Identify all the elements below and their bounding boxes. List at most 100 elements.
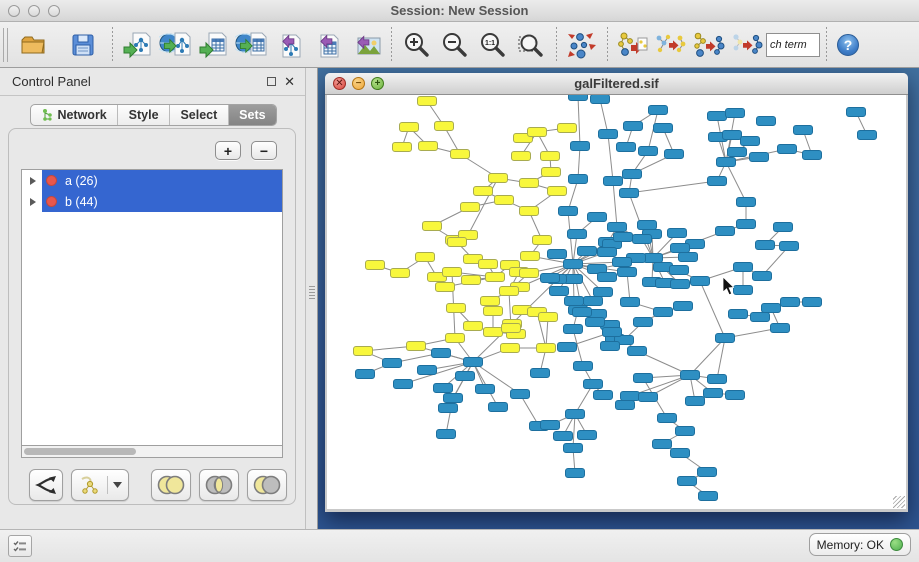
graph-node-blue[interactable] — [658, 414, 677, 423]
graph-node-blue[interactable] — [511, 390, 530, 399]
network-ops-3-button[interactable] — [690, 25, 728, 65]
graph-node-blue[interactable] — [734, 263, 753, 272]
graph-node-blue[interactable] — [620, 189, 639, 198]
graph-node-yellow[interactable] — [443, 268, 462, 277]
graph-node-blue[interactable] — [603, 328, 622, 337]
graph-node-blue[interactable] — [489, 403, 508, 412]
open-session-button[interactable] — [14, 25, 52, 65]
graph-node-blue[interactable] — [568, 230, 587, 239]
graph-node-blue[interactable] — [634, 374, 653, 383]
graph-node-blue[interactable] — [774, 223, 793, 232]
save-session-button[interactable] — [64, 25, 102, 65]
graph-node-yellow[interactable] — [436, 283, 455, 292]
graph-node-yellow[interactable] — [558, 124, 577, 133]
graph-node-yellow[interactable] — [461, 203, 480, 212]
graph-node-blue[interactable] — [550, 287, 569, 296]
graph-node-blue[interactable] — [728, 148, 747, 157]
graph-node-yellow[interactable] — [486, 273, 505, 282]
graph-node-blue[interactable] — [578, 431, 597, 440]
graph-node-yellow[interactable] — [495, 196, 514, 205]
graph-node-blue[interactable] — [578, 247, 597, 256]
graph-node-blue[interactable] — [649, 106, 668, 115]
graph-node-yellow[interactable] — [501, 344, 520, 353]
graph-node-blue[interactable] — [753, 272, 772, 281]
graph-node-blue[interactable] — [858, 131, 877, 140]
graph-node-blue[interactable] — [671, 280, 690, 289]
export-image-button[interactable] — [347, 25, 385, 65]
graph-node-yellow[interactable] — [435, 122, 454, 131]
tab-style[interactable]: Style — [118, 105, 170, 125]
graph-node-blue[interactable] — [566, 410, 585, 419]
graph-node-blue[interactable] — [686, 397, 705, 406]
set-row-b[interactable]: b (44) — [22, 191, 282, 212]
graph-node-yellow[interactable] — [542, 168, 561, 177]
graph-node-blue[interactable] — [548, 250, 567, 259]
import-network-url-button[interactable] — [157, 25, 195, 65]
graph-node-blue[interactable] — [613, 258, 632, 267]
graph-node-blue[interactable] — [569, 95, 588, 101]
add-set-button[interactable]: + — [215, 141, 241, 160]
tab-sets[interactable]: Sets — [229, 105, 276, 125]
graph-node-blue[interactable] — [681, 371, 700, 380]
graph-node-blue[interactable] — [623, 170, 642, 179]
graph-node-blue[interactable] — [584, 297, 603, 306]
graph-node-yellow[interactable] — [528, 128, 547, 137]
graph-node-blue[interactable] — [778, 145, 797, 154]
graph-node-blue[interactable] — [803, 298, 822, 307]
graph-node-blue[interactable] — [569, 175, 588, 184]
graph-node-blue[interactable] — [594, 391, 613, 400]
remove-set-button[interactable]: − — [251, 141, 277, 160]
graph-node-blue[interactable] — [541, 274, 560, 283]
difference-sets-button[interactable] — [247, 469, 287, 501]
graph-node-blue[interactable] — [699, 492, 718, 501]
graph-node-blue[interactable] — [566, 469, 585, 478]
graph-node-blue[interactable] — [708, 112, 727, 121]
window-resize-grip[interactable] — [893, 496, 905, 508]
network-ops-2-button[interactable] — [652, 25, 690, 65]
graph-node-yellow[interactable] — [537, 344, 556, 353]
graph-node-yellow[interactable] — [464, 322, 483, 331]
graph-node-blue[interactable] — [634, 318, 653, 327]
graph-node-blue[interactable] — [394, 380, 413, 389]
graph-node-blue[interactable] — [598, 273, 617, 282]
graph-node-blue[interactable] — [674, 302, 693, 311]
graph-node-blue[interactable] — [762, 304, 781, 313]
graph-node-yellow[interactable] — [541, 152, 560, 161]
graph-node-blue[interactable] — [717, 158, 736, 167]
graph-node-blue[interactable] — [671, 244, 690, 253]
graph-node-blue[interactable] — [639, 147, 658, 156]
scrollbar-thumb[interactable] — [24, 448, 136, 455]
network-window-titlebar[interactable]: ✕ − + galFiltered.sif — [325, 73, 908, 95]
graph-node-blue[interactable] — [584, 380, 603, 389]
apply-layout-button[interactable] — [563, 25, 601, 65]
graph-node-blue[interactable] — [608, 223, 627, 232]
graph-node-yellow[interactable] — [391, 269, 410, 278]
graph-node-blue[interactable] — [586, 318, 605, 327]
graph-node-blue[interactable] — [794, 126, 813, 135]
graph-node-blue[interactable] — [757, 117, 776, 126]
graph-node-yellow[interactable] — [502, 324, 521, 333]
graph-node-blue[interactable] — [708, 177, 727, 186]
graph-node-blue[interactable] — [723, 131, 742, 140]
graph-node-blue[interactable] — [670, 266, 689, 275]
graph-node-yellow[interactable] — [462, 276, 481, 285]
graph-node-yellow[interactable] — [521, 252, 540, 261]
graph-node-blue[interactable] — [621, 298, 640, 307]
graph-node-yellow[interactable] — [451, 150, 470, 159]
graph-node-blue[interactable] — [439, 404, 458, 413]
graph-node-blue[interactable] — [558, 343, 577, 352]
graph-node-blue[interactable] — [639, 393, 658, 402]
graph-node-blue[interactable] — [671, 449, 690, 458]
graph-node-blue[interactable] — [644, 254, 663, 263]
graph-node-yellow[interactable] — [448, 238, 467, 247]
graph-node-blue[interactable] — [432, 349, 451, 358]
graph-node-yellow[interactable] — [416, 253, 435, 262]
graph-node-blue[interactable] — [781, 298, 800, 307]
graph-node-blue[interactable] — [668, 229, 687, 238]
expander-icon[interactable] — [30, 177, 36, 185]
graph-node-yellow[interactable] — [354, 347, 373, 356]
graph-node-yellow[interactable] — [479, 260, 498, 269]
graph-node-blue[interactable] — [588, 213, 607, 222]
graph-node-blue[interactable] — [847, 108, 866, 117]
graph-node-blue[interactable] — [628, 347, 647, 356]
